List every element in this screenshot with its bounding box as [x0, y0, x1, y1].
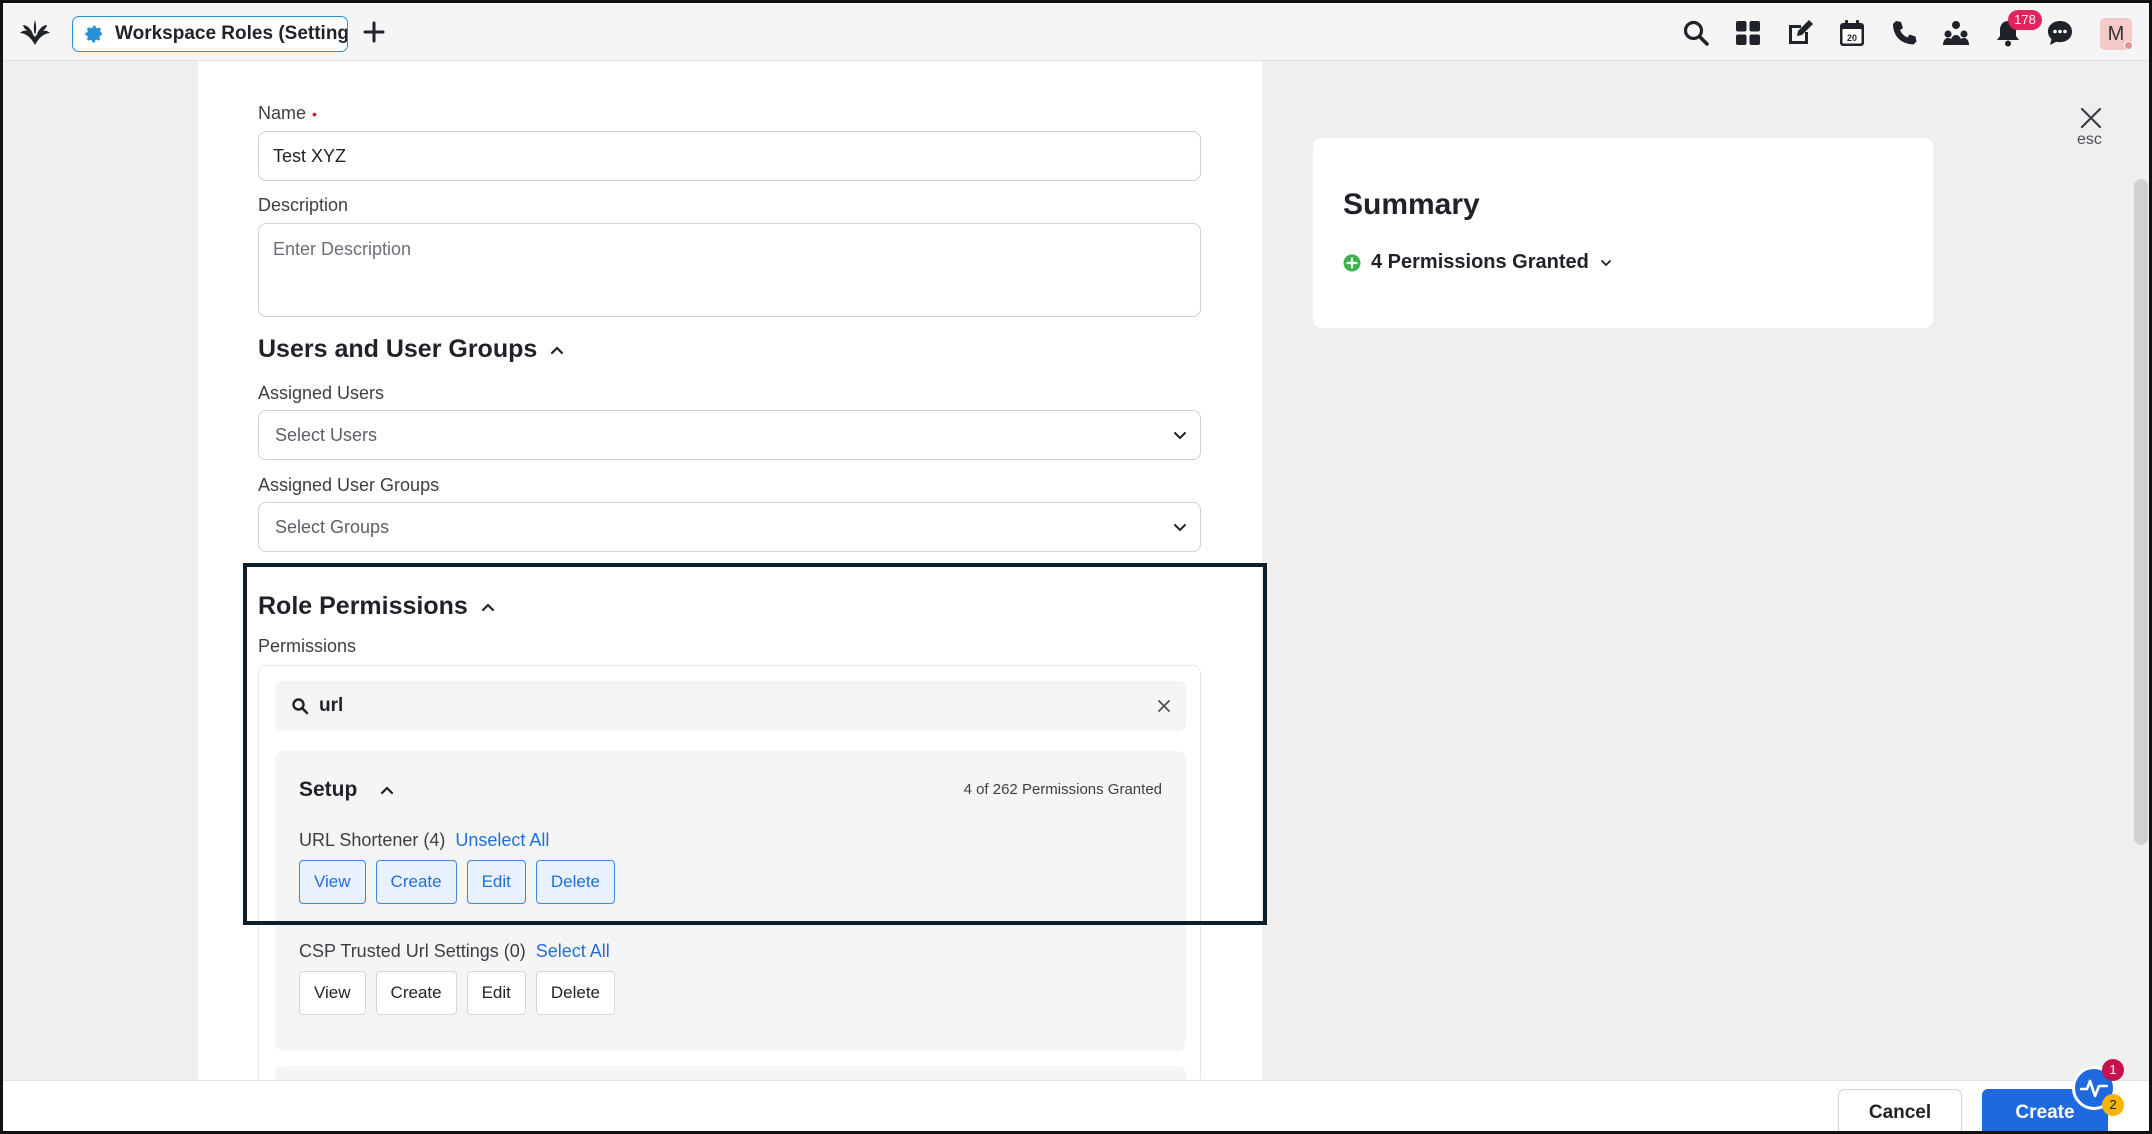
permission-view-button[interactable]: View — [299, 860, 366, 904]
calendar-icon[interactable]: 20 — [1837, 18, 1867, 48]
permission-item-name: URL Shortener (4) — [299, 830, 446, 850]
chat-icon[interactable] — [2045, 18, 2075, 48]
chevron-down-icon — [1600, 259, 1611, 266]
assigned-users-select[interactable]: Select Users — [258, 410, 1201, 460]
top-bar: Workspace Roles (Settings 20 178 M — [3, 3, 2149, 61]
permission-item-csp-trusted-url: CSP Trusted Url Settings (0) Select All — [299, 941, 610, 962]
phone-icon[interactable] — [1889, 18, 1919, 48]
close-icon[interactable] — [2078, 105, 2104, 131]
permission-edit-button[interactable]: Edit — [466, 971, 526, 1015]
name-label-text: Name — [258, 103, 307, 123]
description-label: Description — [258, 195, 349, 215]
permissions-granted-text: 4 Permissions Granted — [1371, 251, 1589, 273]
required-marker: • — [312, 106, 317, 122]
scrollbar[interactable] — [2134, 179, 2148, 845]
name-input-value: Test XYZ — [273, 145, 347, 166]
permissions-granted-toggle[interactable]: 4 Permissions Granted — [1343, 251, 1613, 274]
apps-grid-icon[interactable] — [1733, 18, 1763, 48]
description-textarea[interactable]: Enter Description — [258, 223, 1201, 317]
assigned-groups-placeholder: Select Groups — [275, 516, 390, 537]
gear-icon — [85, 25, 103, 43]
compose-icon[interactable] — [1785, 18, 1815, 48]
tab-title: Workspace Roles (Settings — [115, 23, 348, 44]
permission-group-header[interactable]: Setup — [299, 778, 395, 802]
permission-group-title: Setup — [299, 778, 358, 801]
role-permissions-title: Role Permissions — [258, 592, 468, 620]
assigned-users-label: Assigned Users — [258, 383, 385, 403]
footer-bar: Cancel Create — [3, 1080, 2149, 1131]
avatar-status-dot — [2124, 41, 2133, 50]
search-icon — [292, 698, 309, 715]
app-window: Workspace Roles (Settings 20 178 M Name … — [0, 0, 2152, 1134]
permission-view-button[interactable]: View — [299, 971, 366, 1015]
close-icon[interactable] — [1156, 698, 1172, 714]
permission-item-url-shortener: URL Shortener (4) Unselect All — [299, 830, 549, 851]
assigned-users-placeholder: Select Users — [275, 424, 378, 445]
permission-group-setup: Setup 4 of 262 Permissions Granted URL S… — [275, 751, 1186, 1051]
chevron-up-icon[interactable] — [480, 599, 496, 615]
cancel-button[interactable]: Cancel — [1838, 1089, 1962, 1131]
community-icon[interactable] — [1941, 18, 1971, 48]
chevron-up-icon[interactable] — [379, 782, 395, 798]
permission-group-granted-count: 4 of 262 Permissions Granted — [963, 781, 1162, 798]
calendar-day: 20 — [1847, 33, 1857, 43]
plus-circle-icon — [1343, 254, 1361, 271]
users-section-header[interactable]: Users and User Groups — [258, 335, 565, 364]
permission-search-input[interactable]: url — [275, 681, 1186, 731]
unselect-all-link[interactable]: Unselect All — [455, 830, 549, 850]
permissions-label: Permissions — [258, 636, 357, 656]
permissions-box: url Setup 4 of 262 Permissions Granted U… — [258, 665, 1201, 1106]
permission-search-value: url — [319, 695, 344, 716]
permission-actions-url-shortener: View Create Edit Delete — [299, 860, 616, 904]
pulse-icon — [2080, 1079, 2108, 1098]
name-label: Name • — [258, 103, 317, 124]
search-icon[interactable] — [1681, 18, 1711, 48]
assigned-groups-label: Assigned User Groups — [258, 475, 440, 495]
permission-delete-button[interactable]: Delete — [535, 860, 616, 904]
plus-icon[interactable] — [359, 17, 389, 47]
summary-title: Summary — [1343, 188, 1480, 221]
select-all-link[interactable]: Select All — [536, 941, 610, 961]
notification-badge: 178 — [2008, 10, 2042, 30]
summary-card: Summary 4 Permissions Granted — [1313, 138, 1933, 328]
role-permissions-header[interactable]: Role Permissions — [258, 592, 496, 621]
name-input[interactable]: Test XYZ — [258, 131, 1201, 181]
pulse-badge-warning: 2 — [2102, 1094, 2124, 1116]
pulse-badge-alert: 1 — [2102, 1059, 2124, 1081]
role-form-panel: Name • Test XYZ Description Enter Descrip… — [198, 61, 1262, 1106]
esc-hint: esc — [2077, 131, 2102, 148]
permission-create-button[interactable]: Create — [375, 971, 457, 1015]
permission-delete-button[interactable]: Delete — [535, 971, 616, 1015]
tab-workspace-roles[interactable]: Workspace Roles (Settings — [72, 16, 348, 52]
assigned-groups-select[interactable]: Select Groups — [258, 502, 1201, 552]
chevron-up-icon[interactable] — [549, 342, 565, 358]
users-section-title: Users and User Groups — [258, 335, 538, 363]
permission-create-button[interactable]: Create — [375, 860, 457, 904]
chevron-down-icon — [1174, 432, 1186, 440]
permission-edit-button[interactable]: Edit — [466, 860, 526, 904]
logo-icon[interactable] — [19, 19, 51, 47]
chevron-down-icon — [1174, 524, 1186, 532]
permission-item-name: CSP Trusted Url Settings (0) — [299, 941, 526, 961]
permission-actions-csp-trusted-url: View Create Edit Delete — [299, 971, 616, 1015]
description-placeholder: Enter Description — [273, 239, 412, 259]
